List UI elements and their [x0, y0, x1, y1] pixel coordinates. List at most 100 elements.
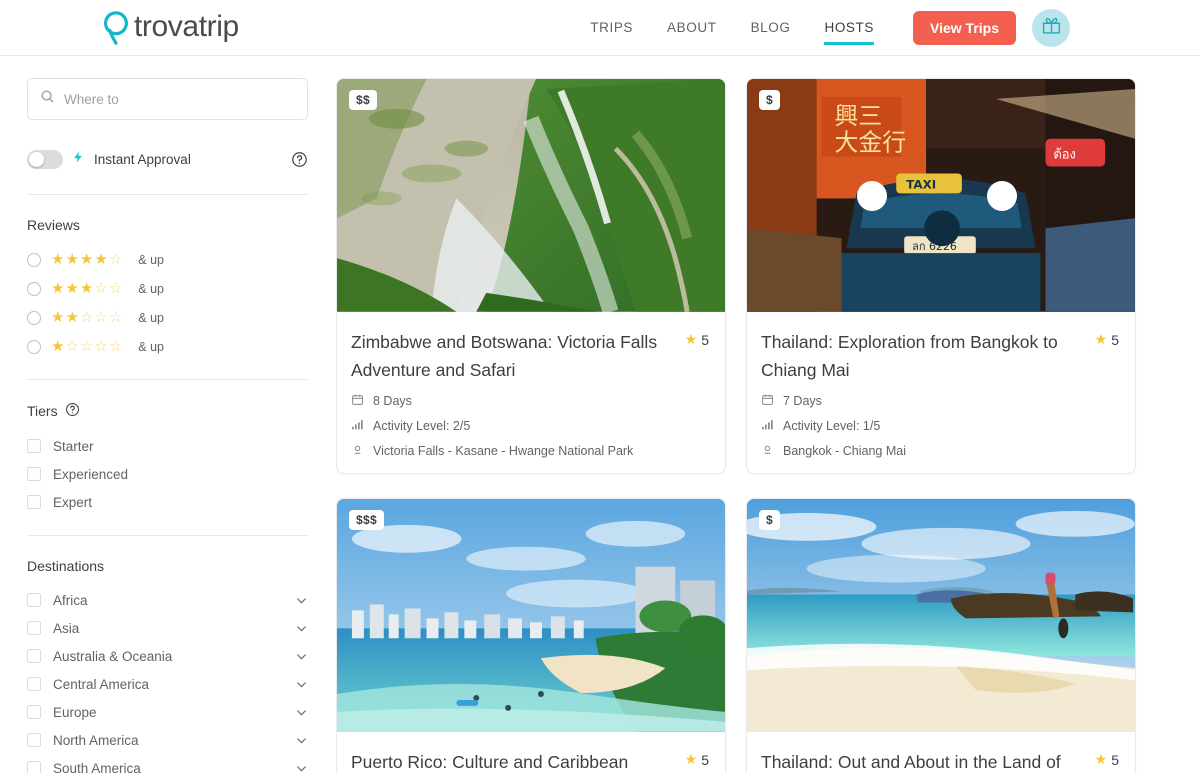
trip-title[interactable]: Zimbabwe and Botswana: Victoria Falls Ad… — [351, 328, 675, 384]
trip-results: $$ Zimbabwe and Botswana: Victoria Falls… — [336, 56, 1200, 773]
chevron-down-icon[interactable] — [295, 622, 308, 635]
destination-label: North America — [53, 732, 139, 748]
destination-label: Central America — [53, 676, 150, 692]
chevron-down-icon[interactable] — [295, 762, 308, 773]
chevron-down-icon[interactable] — [295, 678, 308, 691]
trip-activity-row: Activity Level: 2/5 — [351, 418, 709, 434]
destination-option-africa[interactable]: Africa — [27, 586, 308, 614]
instant-approval-toggle[interactable] — [27, 150, 63, 169]
destination-option-asia[interactable]: Asia — [27, 614, 308, 642]
trip-card-body: Zimbabwe and Botswana: Victoria Falls Ad… — [337, 313, 725, 473]
tier-label: Starter — [53, 438, 94, 454]
map-pin-icon — [761, 443, 774, 459]
view-trips-button[interactable]: View Trips — [913, 10, 1016, 45]
trip-card-image[interactable]: 興三 大金行 ต้อง TAXI ลก 6226 $ — [747, 79, 1135, 313]
trip-rating: ★ 5 — [1095, 748, 1119, 768]
filters-sidebar: Instant Approval Reviews ★★★★☆ & up — [0, 56, 336, 773]
destination-option-europe[interactable]: Europe — [27, 698, 308, 726]
tier-option-expert[interactable]: Expert — [27, 488, 308, 516]
trip-title[interactable]: Puerto Rico: Culture and Caribbean Parad… — [351, 748, 675, 773]
trip-card-header: Puerto Rico: Culture and Caribbean Parad… — [351, 748, 709, 773]
reviews-heading: Reviews — [27, 217, 308, 233]
tier-option-starter[interactable]: Starter — [27, 432, 308, 460]
and-up-label: & up — [138, 252, 164, 267]
trip-card-grid: $$ Zimbabwe and Botswana: Victoria Falls… — [336, 78, 1200, 773]
checkbox-icon — [27, 761, 41, 773]
trip-card[interactable]: $$ Zimbabwe and Botswana: Victoria Falls… — [336, 78, 726, 474]
search-icon — [40, 89, 55, 109]
instant-approval-help-icon[interactable] — [291, 151, 308, 168]
trip-card-image[interactable]: $ — [747, 499, 1135, 733]
chevron-down-icon[interactable] — [295, 594, 308, 607]
tiers-help-icon[interactable] — [65, 402, 80, 420]
bangkok-tuktuk-photo: 興三 大金行 ต้อง TAXI ลก 6226 — [747, 79, 1135, 312]
site-header: trovatrip TRIPS ABOUT BLOG HOSTS View Tr… — [0, 0, 1200, 56]
nav-item-hosts[interactable]: HOSTS — [807, 11, 891, 45]
checkbox-icon — [27, 649, 41, 663]
trip-card-image[interactable]: $$$ — [337, 499, 725, 733]
trip-card[interactable]: 興三 大金行 ต้อง TAXI ลก 6226 $ Thailand: Exp… — [746, 78, 1136, 474]
review-filter-3-up[interactable]: ★ ★ ★ ☆ ☆ & up — [27, 274, 308, 303]
trip-activity-level: Activity Level: 1/5 — [783, 419, 881, 433]
trip-duration-row: 8 Days — [351, 393, 709, 409]
divider-after-tiers — [27, 535, 308, 536]
star-icon: ★ — [684, 331, 698, 347]
destination-label: Africa — [53, 592, 88, 608]
destination-label: Australia & Oceania — [53, 648, 173, 664]
trip-card-body: Thailand: Exploration from Bangkok to Ch… — [747, 313, 1135, 473]
checkbox-icon — [27, 621, 41, 635]
nav-item-trips[interactable]: TRIPS — [573, 11, 650, 45]
stars-2: ★ ★ ☆ ☆ ☆ — [51, 309, 123, 326]
trip-duration: 8 Days — [373, 394, 412, 408]
puerto-rico-photo — [337, 499, 725, 732]
logo[interactable]: trovatrip — [100, 10, 239, 46]
trip-title[interactable]: Thailand: Out and About in the Land of S… — [761, 748, 1085, 773]
review-filter-1-up[interactable]: ★ ☆ ☆ ☆ ☆ & up — [27, 332, 308, 361]
destinations-heading: Destinations — [27, 558, 308, 574]
nav-item-about[interactable]: ABOUT — [650, 11, 734, 45]
tier-option-experienced[interactable]: Experienced — [27, 460, 308, 488]
carousel-prev-button[interactable] — [857, 181, 887, 211]
destination-option-australia-oceania[interactable]: Australia & Oceania — [27, 642, 308, 670]
destination-option-south-america[interactable]: South America — [27, 754, 308, 773]
logo-text: trovatrip — [134, 9, 239, 43]
and-up-label: & up — [138, 339, 164, 354]
gift-button[interactable] — [1032, 8, 1070, 47]
trovatrip-pin-logo-icon — [100, 10, 132, 46]
nav-item-blog[interactable]: BLOG — [734, 11, 808, 45]
chevron-down-icon[interactable] — [295, 706, 308, 719]
svg-text:興三: 興三 — [835, 102, 883, 130]
trip-card[interactable]: $$$ Puerto Rico: Culture and Caribbean P… — [336, 498, 726, 773]
review-filter-4-up[interactable]: ★ ★ ★ ★ ☆ & up — [27, 245, 308, 274]
destination-label: Asia — [53, 620, 80, 636]
checkbox-icon — [27, 705, 41, 719]
chevron-down-icon[interactable] — [295, 650, 308, 663]
search-box[interactable] — [27, 78, 308, 120]
destination-option-north-america[interactable]: North America — [27, 726, 308, 754]
chevron-down-icon[interactable] — [295, 734, 308, 747]
checkbox-icon — [27, 439, 41, 453]
trip-activity-level: Activity Level: 2/5 — [373, 419, 471, 433]
trip-card-header: Thailand: Exploration from Bangkok to Ch… — [761, 328, 1119, 384]
star-icon: ★ — [684, 751, 698, 767]
trip-itinerary: Bangkok - Chiang Mai — [783, 444, 906, 458]
trip-rating: ★ 5 — [685, 328, 709, 348]
trip-title[interactable]: Thailand: Exploration from Bangkok to Ch… — [761, 328, 1085, 384]
map-pin-icon — [351, 443, 364, 459]
price-badge: $ — [759, 510, 780, 530]
search-input[interactable] — [64, 91, 295, 107]
price-badge: $$$ — [349, 510, 384, 530]
trip-card[interactable]: $ Thailand: Out and About in the Land of… — [746, 498, 1136, 773]
tier-label: Expert — [53, 494, 93, 510]
reviews-title-text: Reviews — [27, 217, 80, 233]
thailand-beach-photo — [747, 499, 1135, 732]
destination-option-central-america[interactable]: Central America — [27, 670, 308, 698]
checkbox-icon — [27, 677, 41, 691]
trip-card-image[interactable]: $$ — [337, 79, 725, 313]
rating-value: 5 — [701, 331, 709, 348]
review-filter-2-up[interactable]: ★ ★ ☆ ☆ ☆ & up — [27, 303, 308, 332]
carousel-next-button[interactable] — [987, 181, 1017, 211]
tier-label: Experienced — [53, 466, 129, 482]
divider-after-reviews — [27, 379, 308, 380]
victoria-falls-photo — [337, 79, 725, 312]
